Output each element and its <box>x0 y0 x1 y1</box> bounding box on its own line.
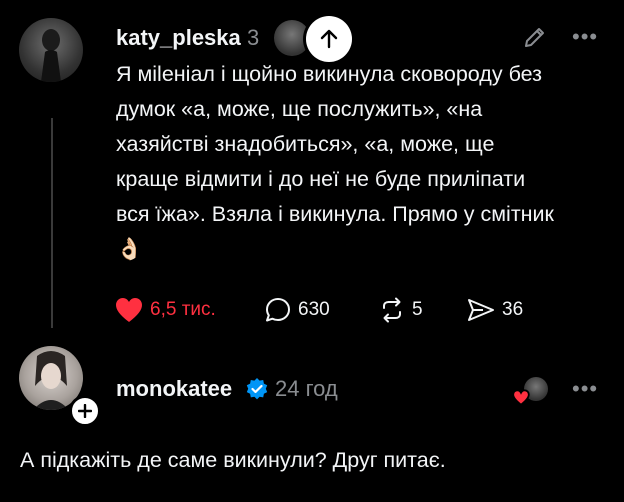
mini-avatar <box>274 20 310 56</box>
post-time: 3 <box>247 25 260 50</box>
comment-button[interactable]: 630 <box>264 296 330 324</box>
repost-icon <box>383 297 401 323</box>
arrow-up-icon <box>320 29 338 49</box>
comment-count: 630 <box>298 299 330 320</box>
like-count: 6,5 тис. <box>150 299 216 320</box>
share-count: 36 <box>502 299 524 320</box>
share-button[interactable]: 36 <box>466 296 523 324</box>
speech-bubble-icon <box>266 298 290 322</box>
more-dots-icon[interactable]: ••• <box>572 24 598 50</box>
plus-icon <box>78 404 92 418</box>
pencil-icon[interactable] <box>522 24 548 50</box>
heart-icon <box>116 298 142 322</box>
repost-button[interactable]: 5 <box>378 296 423 324</box>
post-text: Я мileніал і щойно викинула сковороду бе… <box>116 62 554 261</box>
like-button[interactable]: 6,5 тис. <box>114 296 216 324</box>
liked-by-author-indicator <box>512 375 548 409</box>
follow-button[interactable] <box>69 395 101 427</box>
reply-text: А підкажіть де саме викинули? Друг питає… <box>20 448 446 472</box>
heart-icon <box>512 389 530 406</box>
author-avatar[interactable] <box>19 18 83 82</box>
verified-badge-icon <box>246 378 268 400</box>
reply-username[interactable]: monokatee <box>116 376 232 402</box>
reply-more-dots-icon[interactable]: ••• <box>572 376 598 402</box>
repost-count: 5 <box>412 299 423 320</box>
post-username[interactable]: katy_pleska <box>116 25 241 51</box>
send-icon <box>468 299 494 321</box>
reply-time: 24 год <box>275 376 338 401</box>
scroll-up-button[interactable] <box>306 16 352 62</box>
avatar-figure <box>41 29 61 82</box>
thread-line <box>51 118 53 328</box>
